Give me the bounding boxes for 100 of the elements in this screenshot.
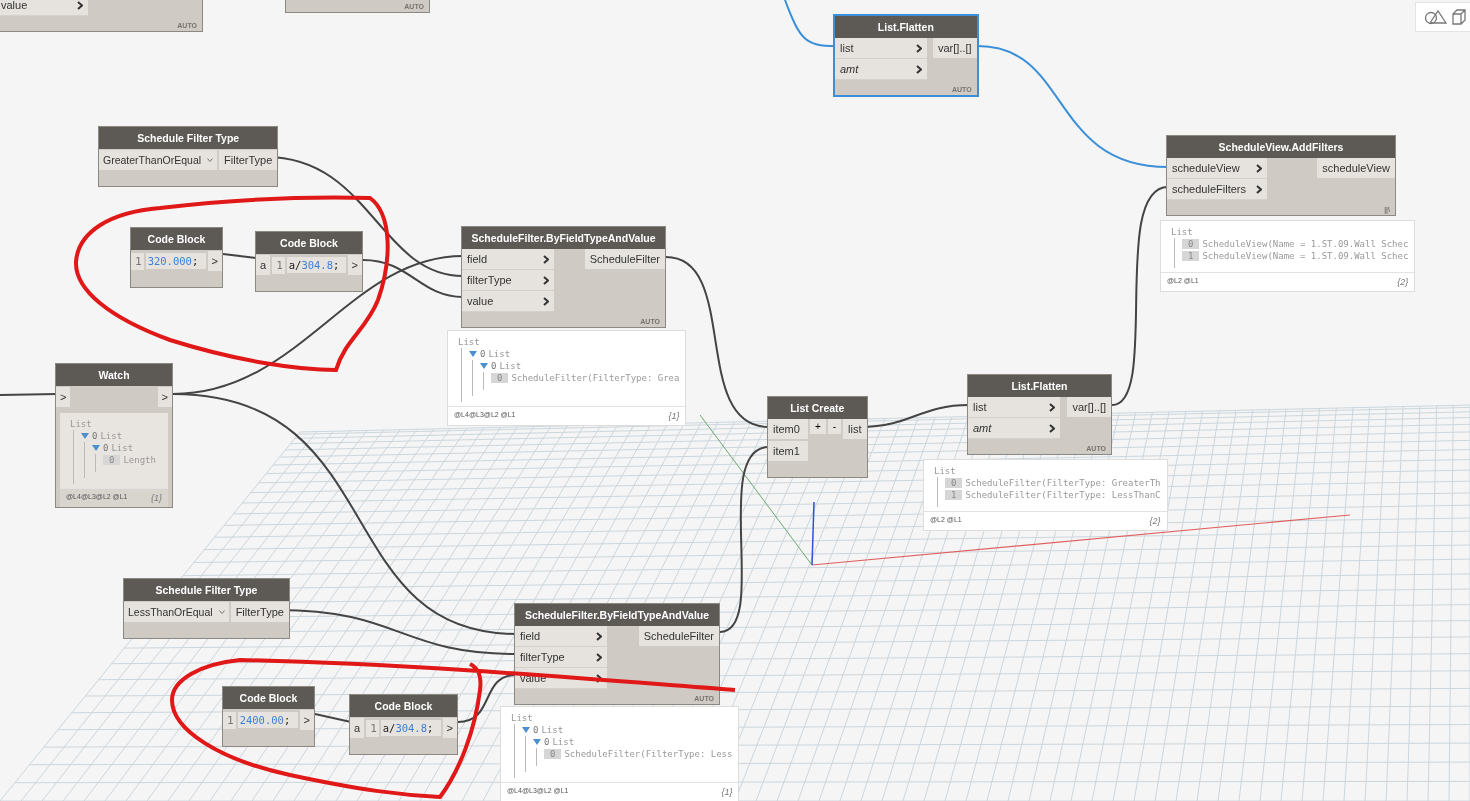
expand-triangle-icon[interactable] [480,363,488,369]
chevron-icon [1049,402,1055,412]
output-port[interactable]: > [442,718,457,738]
chevron-icon [543,296,549,306]
input-port[interactable]: > [56,387,71,407]
item-count: {2} [1397,277,1409,287]
node[interactable]: Code Block a 1 a/304.8; > [255,231,363,292]
wire [0,393,58,396]
caret-icon [218,610,225,614]
input-port[interactable]: filterType [462,270,554,291]
input-port[interactable]: field [515,626,607,647]
port-label: value [467,294,494,308]
port-button[interactable]: - [827,419,842,434]
chevron-icon [916,43,922,53]
node[interactable]: Schedule Filter Type LessThanOrEqual FilterType [123,578,290,639]
list-item-label: List [488,349,511,359]
port-label: filterType [467,273,512,287]
input-port[interactable]: value [0,0,88,16]
output-port[interactable]: ScheduleFilter [584,249,665,269]
input-port[interactable]: a [256,255,271,275]
dropdown-field[interactable]: GreaterThanOrEqual [99,150,218,170]
output-port[interactable]: ScheduleFilter [638,626,719,646]
cube-icon[interactable] [1452,9,1466,25]
port-label: field [520,629,541,643]
output-port[interactable]: var[]..[] [933,38,977,58]
dropdown-field[interactable]: LessThanOrEqual [124,602,229,622]
chevron-icon [596,631,602,641]
port-label: amt [840,62,859,76]
chevron-icon [1256,184,1262,194]
output-port[interactable]: > [347,255,362,275]
node[interactable]: Code Block 1 320.000; > [130,227,223,288]
node-title: ScheduleView.AddFilters [1167,136,1395,158]
expand-triangle-icon[interactable] [81,433,89,439]
input-port[interactable]: filterType [515,647,607,668]
chevron-icon [1049,423,1055,433]
list-index: 0 [544,737,550,747]
list-item-label: ScheduleFilter(FilterType: GreaterTh [965,478,1161,488]
input-port[interactable]: a [350,718,365,738]
list-item-label: List [511,713,533,723]
input-port[interactable]: scheduleFilters [1167,179,1267,200]
list-item-label: ScheduleFilter(FilterType: LessThanC [965,490,1161,500]
output-port[interactable]: var[]..[] [1067,397,1111,417]
output-port[interactable]: FilterType [219,150,278,170]
port-label: amt [973,421,992,435]
output-port[interactable]: > [207,251,222,271]
list-item-label: List [458,337,480,347]
input-port[interactable]: value [462,291,554,312]
node-title: List.Flatten [968,375,1111,397]
port-label: scheduleFilters [1172,182,1246,196]
list-index: 0 [491,373,509,383]
output-port[interactable]: list [843,419,867,439]
list-index: 1 [1182,251,1200,261]
node-title: Schedule Filter Type [124,579,289,601]
expand-triangle-icon[interactable] [522,727,530,733]
node-title: Watch [56,364,172,386]
line-number: 1 [223,711,236,729]
input-port[interactable]: amt [835,59,927,80]
list-item-label: List [70,419,92,429]
list-item-label: List [934,466,956,476]
node-title: Schedule Filter Type [99,127,278,149]
chevron-icon [77,0,83,10]
node[interactable]: Schedule Filter Type GreaterThanOrEqual FilterType [98,126,279,187]
port-label: filterType [520,650,565,664]
item-count: {2} [1149,516,1161,526]
chevron-icon [596,652,602,662]
input-port[interactable]: item1 [768,441,808,461]
node-title: Code Block [131,228,222,250]
input-port[interactable]: item0 [768,419,808,439]
port-button[interactable]: + [809,419,826,434]
node[interactable]: Code Block 1 2400.00; > [222,686,315,747]
node-title: Code Block [256,232,362,254]
list-index: 0 [103,455,121,465]
input-port[interactable]: amt [968,418,1060,439]
geometry-view-icon[interactable] [1424,9,1450,25]
expand-triangle-icon[interactable] [469,351,477,357]
output-port[interactable]: > [299,710,314,730]
chevron-icon [543,254,549,264]
output-port[interactable]: > [157,387,172,407]
input-port[interactable]: list [835,38,927,59]
output-port[interactable]: scheduleView [1317,158,1395,178]
node-title: Code Block [223,687,314,709]
list-index: 0 [103,443,109,453]
input-port[interactable]: list [968,397,1060,418]
chevron-icon [543,275,549,285]
chevron-icon [916,64,922,74]
port-label: value [1,0,28,12]
node-title: List Create [768,397,867,419]
input-port[interactable]: scheduleView [1167,158,1267,179]
input-port[interactable]: field [462,249,554,270]
node[interactable]: List Create item0 item1 + - list [767,396,868,478]
line-number: 1 [272,256,285,274]
list-item-label: ScheduleView(Name = 1.ST.09.Wall Schec [1202,239,1409,249]
item-count: {1} [150,493,162,503]
expand-triangle-icon[interactable] [92,445,100,451]
list-index: 1 [945,490,963,500]
node-title: List.Flatten [835,16,977,38]
list-item-label: ScheduleFilter(FilterType: Grea [511,373,680,383]
node[interactable]: Code Block a 1 a/304.8; > [349,694,458,755]
output-port[interactable]: FilterType [230,602,289,622]
expand-triangle-icon[interactable] [533,739,541,745]
